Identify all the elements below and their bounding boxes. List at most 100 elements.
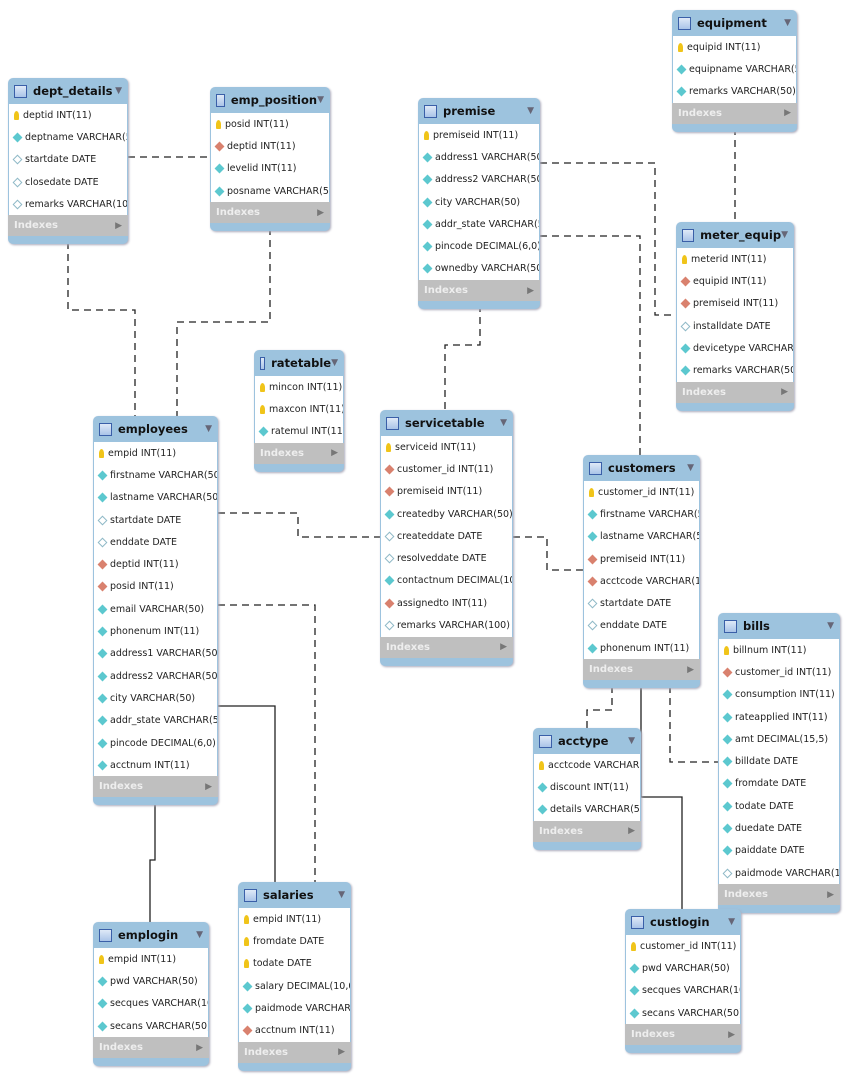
- indexes-section[interactable]: Indexes ▶: [238, 1041, 351, 1063]
- table-dept_details[interactable]: dept_details ▼ deptid INT(11) deptname VARC…: [8, 78, 128, 245]
- column-row[interactable]: firstname VARCHAR(50): [94, 464, 217, 486]
- column-row[interactable]: acctnum INT(11): [239, 1019, 350, 1041]
- column-row[interactable]: customer_id INT(11): [719, 661, 839, 683]
- table-header[interactable]: premise ▼: [418, 98, 540, 124]
- expand-arrow-icon[interactable]: ▶: [331, 448, 338, 458]
- column-row[interactable]: discount INT(11): [534, 776, 640, 798]
- collapse-caret-icon[interactable]: ▼: [784, 18, 791, 28]
- table-salaries[interactable]: salaries ▼ empid INT(11) fromdate DATE todat…: [238, 882, 351, 1071]
- column-row[interactable]: email VARCHAR(50): [94, 598, 217, 620]
- column-row[interactable]: ownedby VARCHAR(50): [419, 258, 539, 280]
- column-row[interactable]: serviceid INT(11): [381, 436, 512, 458]
- table-servicetable[interactable]: servicetable ▼ serviceid INT(11) customer_i…: [380, 410, 513, 666]
- column-row[interactable]: addr_state VARCHAR(50): [419, 213, 539, 235]
- collapse-caret-icon[interactable]: ▼: [196, 930, 203, 940]
- indexes-section[interactable]: Indexes ▶: [583, 659, 700, 681]
- expand-arrow-icon[interactable]: ▶: [628, 826, 635, 836]
- collapse-caret-icon[interactable]: ▼: [687, 463, 694, 473]
- column-row[interactable]: startdate DATE: [94, 509, 217, 531]
- relationship-premise-customers[interactable]: [540, 235, 641, 455]
- relationship-employees-salaries[interactable]: [218, 604, 316, 882]
- column-row[interactable]: empid INT(11): [94, 948, 208, 970]
- column-row[interactable]: equipid INT(11): [673, 36, 796, 58]
- column-row[interactable]: premiseid INT(11): [677, 293, 793, 315]
- column-row[interactable]: installdate DATE: [677, 315, 793, 337]
- relationship-dept_details-employees[interactable]: [67, 242, 136, 416]
- collapse-caret-icon[interactable]: ▼: [205, 424, 212, 434]
- column-row[interactable]: posid INT(11): [94, 576, 217, 598]
- table-header[interactable]: salaries ▼: [238, 882, 351, 908]
- table-header[interactable]: equipment ▼: [672, 10, 797, 36]
- column-row[interactable]: paiddate DATE: [719, 840, 839, 862]
- table-header[interactable]: ratetable ▼: [254, 350, 344, 376]
- column-row[interactable]: assignedto INT(11): [381, 592, 512, 614]
- expand-arrow-icon[interactable]: ▶: [784, 108, 791, 118]
- indexes-section[interactable]: Indexes ▶: [718, 884, 840, 906]
- column-row[interactable]: duedate DATE: [719, 817, 839, 839]
- column-row[interactable]: salary DECIMAL(10,0): [239, 975, 350, 997]
- column-row[interactable]: secques VARCHAR(100): [626, 980, 740, 1002]
- relationship-premise-meter_equip[interactable]: [540, 162, 676, 316]
- column-row[interactable]: consumption INT(11): [719, 684, 839, 706]
- column-row[interactable]: address2 VARCHAR(50): [419, 169, 539, 191]
- table-meter_equip[interactable]: meter_equip ▼ meterid INT(11) equipid INT(1…: [676, 222, 794, 411]
- table-acctype[interactable]: acctype ▼ acctcode VARCHAR(1) discount INT(…: [533, 728, 641, 850]
- expand-arrow-icon[interactable]: ▶: [196, 1043, 203, 1053]
- column-row[interactable]: posid INT(11): [211, 113, 329, 135]
- column-row[interactable]: phonenum INT(11): [94, 620, 217, 642]
- column-row[interactable]: customer_id INT(11): [381, 458, 512, 480]
- column-row[interactable]: address2 VARCHAR(50): [94, 665, 217, 687]
- column-row[interactable]: contactnum DECIMAL(10,0): [381, 570, 512, 592]
- table-custlogin[interactable]: custlogin ▼ customer_id INT(11) pwd VARCHAR…: [625, 909, 741, 1054]
- table-premise[interactable]: premise ▼ premiseid INT(11) address1 VARCHA…: [418, 98, 540, 310]
- column-row[interactable]: rateapplied INT(11): [719, 706, 839, 728]
- column-row[interactable]: remarks VARCHAR(100): [9, 193, 127, 215]
- table-header[interactable]: meter_equip ▼: [676, 222, 794, 248]
- relationship-employees-salaries[interactable]: [218, 705, 276, 882]
- column-row[interactable]: secans VARCHAR(50): [94, 1015, 208, 1037]
- table-header[interactable]: servicetable ▼: [380, 410, 513, 436]
- indexes-section[interactable]: Indexes ▶: [93, 1037, 209, 1059]
- expand-arrow-icon[interactable]: ▶: [781, 387, 788, 397]
- column-row[interactable]: premiseid INT(11): [584, 548, 699, 570]
- column-row[interactable]: remarks VARCHAR(50): [673, 81, 796, 103]
- collapse-caret-icon[interactable]: ▼: [338, 890, 345, 900]
- table-header[interactable]: acctype ▼: [533, 728, 641, 754]
- indexes-section[interactable]: Indexes ▶: [418, 280, 540, 302]
- column-row[interactable]: paidmode VARCHAR(100): [719, 862, 839, 884]
- table-emplogin[interactable]: emplogin ▼ empid INT(11) pwd VARCHAR(50) sec…: [93, 922, 209, 1067]
- column-row[interactable]: levelid INT(11): [211, 158, 329, 180]
- column-row[interactable]: startdate DATE: [9, 149, 127, 171]
- column-row[interactable]: lastname VARCHAR(50): [94, 487, 217, 509]
- column-row[interactable]: acctcode VARCHAR(1): [534, 754, 640, 776]
- expand-arrow-icon[interactable]: ▶: [827, 890, 834, 900]
- column-row[interactable]: resolveddate DATE: [381, 547, 512, 569]
- expand-arrow-icon[interactable]: ▶: [687, 665, 694, 675]
- column-row[interactable]: customer_id INT(11): [626, 935, 740, 957]
- column-row[interactable]: posname VARCHAR(50): [211, 180, 329, 202]
- column-row[interactable]: todate DATE: [719, 795, 839, 817]
- column-row[interactable]: premiseid INT(11): [419, 124, 539, 146]
- table-equipment[interactable]: equipment ▼ equipid INT(11) equipname VARCH…: [672, 10, 797, 132]
- table-bills[interactable]: bills ▼ billnum INT(11) customer_id INT(11)…: [718, 613, 840, 914]
- table-employees[interactable]: employees ▼ empid INT(11) firstname VARCHAR…: [93, 416, 218, 806]
- column-row[interactable]: city VARCHAR(50): [94, 687, 217, 709]
- relationship-employees-emplogin[interactable]: [149, 803, 156, 922]
- column-row[interactable]: todate DATE: [239, 953, 350, 975]
- collapse-caret-icon[interactable]: ▼: [115, 86, 122, 96]
- column-row[interactable]: acctnum INT(11): [94, 754, 217, 776]
- column-row[interactable]: amt DECIMAL(15,5): [719, 728, 839, 750]
- table-header[interactable]: custlogin ▼: [625, 909, 741, 935]
- column-row[interactable]: createddate DATE: [381, 525, 512, 547]
- indexes-section[interactable]: Indexes ▶: [93, 776, 218, 798]
- indexes-section[interactable]: Indexes ▶: [672, 102, 797, 124]
- column-row[interactable]: meterid INT(11): [677, 248, 793, 270]
- column-row[interactable]: details VARCHAR(50): [534, 799, 640, 821]
- relationship-premise-servicetable[interactable]: [444, 305, 481, 410]
- collapse-caret-icon[interactable]: ▼: [527, 106, 534, 116]
- relationship-customers-bills[interactable]: [669, 686, 718, 763]
- table-ratetable[interactable]: ratetable ▼ mincon INT(11) maxcon INT(11) ra…: [254, 350, 344, 472]
- column-row[interactable]: equipname VARCHAR(50): [673, 58, 796, 80]
- collapse-caret-icon[interactable]: ▼: [781, 230, 788, 240]
- column-row[interactable]: pwd VARCHAR(50): [626, 957, 740, 979]
